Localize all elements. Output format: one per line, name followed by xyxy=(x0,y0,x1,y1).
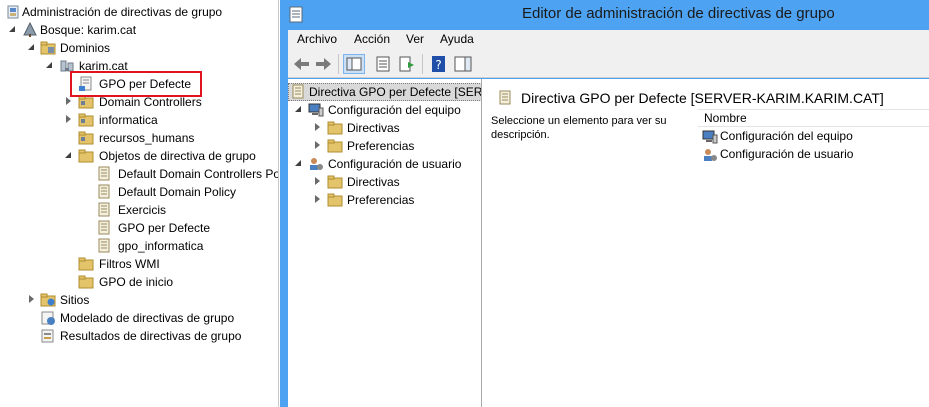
properties-icon[interactable] xyxy=(372,54,394,74)
tree-label: Filtros WMI xyxy=(99,257,160,271)
gpo-icon xyxy=(98,166,110,181)
policy-tree-pane: Directiva GPO per Defecte [SERV Configur… xyxy=(288,79,482,407)
tree-label: recursos_humans xyxy=(99,131,195,145)
collapsed-arrow-icon[interactable] xyxy=(314,177,322,186)
tree-label: Administración de directivas de grupo xyxy=(22,5,223,19)
expanded-arrow-icon[interactable] xyxy=(295,160,303,168)
collapsed-arrow-icon[interactable] xyxy=(28,295,36,304)
gpo-icon xyxy=(98,184,110,199)
computer-config-icon xyxy=(308,103,324,117)
domains-folder-icon xyxy=(40,41,56,55)
expanded-arrow-icon[interactable] xyxy=(28,44,36,52)
tree-label: Directivas xyxy=(347,175,400,189)
gpmc-tree-pane: Administración de directivas de grupo Bo… xyxy=(0,0,279,407)
tree-label: GPO de inicio xyxy=(99,275,174,289)
details-header: Directiva GPO per Defecte [SERVER-KARIM.… xyxy=(485,88,929,110)
expanded-arrow-icon[interactable] xyxy=(65,152,73,160)
folder-icon xyxy=(327,121,343,135)
tree-label: Configuración del equipo xyxy=(328,103,461,117)
policy-doc-icon xyxy=(499,90,511,105)
tree-label: Sitios xyxy=(60,293,90,307)
console-tree-icon xyxy=(346,57,362,71)
modeling-icon xyxy=(41,311,55,325)
details-title: Directiva GPO per Defecte [SERVER-KARIM.… xyxy=(521,90,884,106)
app-icon xyxy=(289,6,303,23)
details-pane: Directiva GPO per Defecte [SERVER-KARIM.… xyxy=(485,79,929,407)
column-header-label: Nombre xyxy=(704,111,747,125)
menu-bar: Archivo Acción Ver Ayuda xyxy=(288,30,929,50)
tree-label: Preferencias xyxy=(347,139,415,153)
tree-label: GPO per Defecte xyxy=(118,221,211,235)
editor-content: Directiva GPO per Defecte [SERV Configur… xyxy=(288,79,929,407)
tree-label: Resultados de directivas de grupo xyxy=(60,329,242,343)
toolbar-separator xyxy=(338,54,339,74)
show-tree-button[interactable] xyxy=(343,54,365,74)
menu-view[interactable]: Ver xyxy=(406,32,424,46)
gpme-window: Editor de administración de directivas d… xyxy=(280,0,929,407)
ou-folder-icon xyxy=(78,113,94,127)
user-config-icon xyxy=(704,149,717,161)
tree-label: Configuración de usuario xyxy=(328,157,462,171)
tree-label: Directiva GPO per Defecte [SERV xyxy=(309,85,482,99)
tree-label: Default Domain Controllers Po xyxy=(118,167,279,181)
back-icon[interactable] xyxy=(291,54,313,74)
folder-icon xyxy=(327,139,343,153)
window-title: Editor de administración de directivas d… xyxy=(522,5,835,22)
computer-config-icon xyxy=(702,130,718,144)
menu-file[interactable]: Archivo xyxy=(297,32,337,46)
sites-icon xyxy=(40,293,56,307)
collapsed-arrow-icon[interactable] xyxy=(65,115,73,124)
user-config-icon xyxy=(310,158,323,170)
ou-folder-icon xyxy=(78,131,94,145)
gpo-icon xyxy=(98,238,110,253)
tree-label: Modelado de directivas de grupo xyxy=(60,311,235,325)
folder-icon xyxy=(78,257,94,271)
policy-doc-icon xyxy=(292,84,304,99)
show-action-pane-icon[interactable] xyxy=(452,54,474,74)
collapsed-arrow-icon[interactable] xyxy=(314,195,322,204)
tree-label: Exercicis xyxy=(118,203,167,217)
title-bar[interactable]: Editor de administración de directivas d… xyxy=(280,0,929,30)
list-item-label: Configuración del equipo xyxy=(720,129,853,143)
annotation-highlight-box xyxy=(70,71,202,97)
forest-icon xyxy=(23,22,37,37)
column-header-name[interactable]: Nombre xyxy=(698,109,929,127)
tree-label: Directivas xyxy=(347,121,400,135)
menu-help[interactable]: Ayuda xyxy=(440,32,474,46)
tree-label: Objetos de directiva de grupo xyxy=(99,149,256,163)
results-icon xyxy=(41,329,54,343)
gpo-icon xyxy=(98,220,110,235)
menu-action[interactable]: Acción xyxy=(354,32,390,46)
tree-label: Dominios xyxy=(60,41,111,55)
toolbar-separator xyxy=(422,54,423,74)
help-icon[interactable]: ? xyxy=(428,54,450,74)
collapsed-arrow-icon[interactable] xyxy=(65,97,73,106)
list-item-label: Configuración de usuario xyxy=(720,147,854,161)
tree-label: gpo_informatica xyxy=(118,239,204,253)
gpmc-icon xyxy=(7,5,19,19)
folder-icon xyxy=(327,193,343,207)
expanded-arrow-icon[interactable] xyxy=(46,62,54,70)
folder-icon xyxy=(78,149,94,163)
collapsed-arrow-icon[interactable] xyxy=(314,141,322,150)
expanded-arrow-icon[interactable] xyxy=(295,106,303,114)
tree-label: Preferencias xyxy=(347,193,415,207)
tree-label: Bosque: karim.cat xyxy=(40,23,137,37)
gpo-icon xyxy=(98,202,110,217)
folder-icon xyxy=(327,175,343,189)
svg-text:?: ? xyxy=(435,58,441,72)
folder-icon xyxy=(78,275,94,289)
tree-label: Default Domain Policy xyxy=(118,185,237,199)
export-list-icon[interactable] xyxy=(396,54,418,74)
description-text: Seleccione un elemento para ver su descr… xyxy=(491,115,667,141)
toolbar: ? xyxy=(288,50,929,78)
tree-label: informatica xyxy=(99,113,158,127)
expanded-arrow-icon[interactable] xyxy=(9,26,17,34)
collapsed-arrow-icon[interactable] xyxy=(314,123,322,132)
forward-icon[interactable] xyxy=(312,54,334,74)
